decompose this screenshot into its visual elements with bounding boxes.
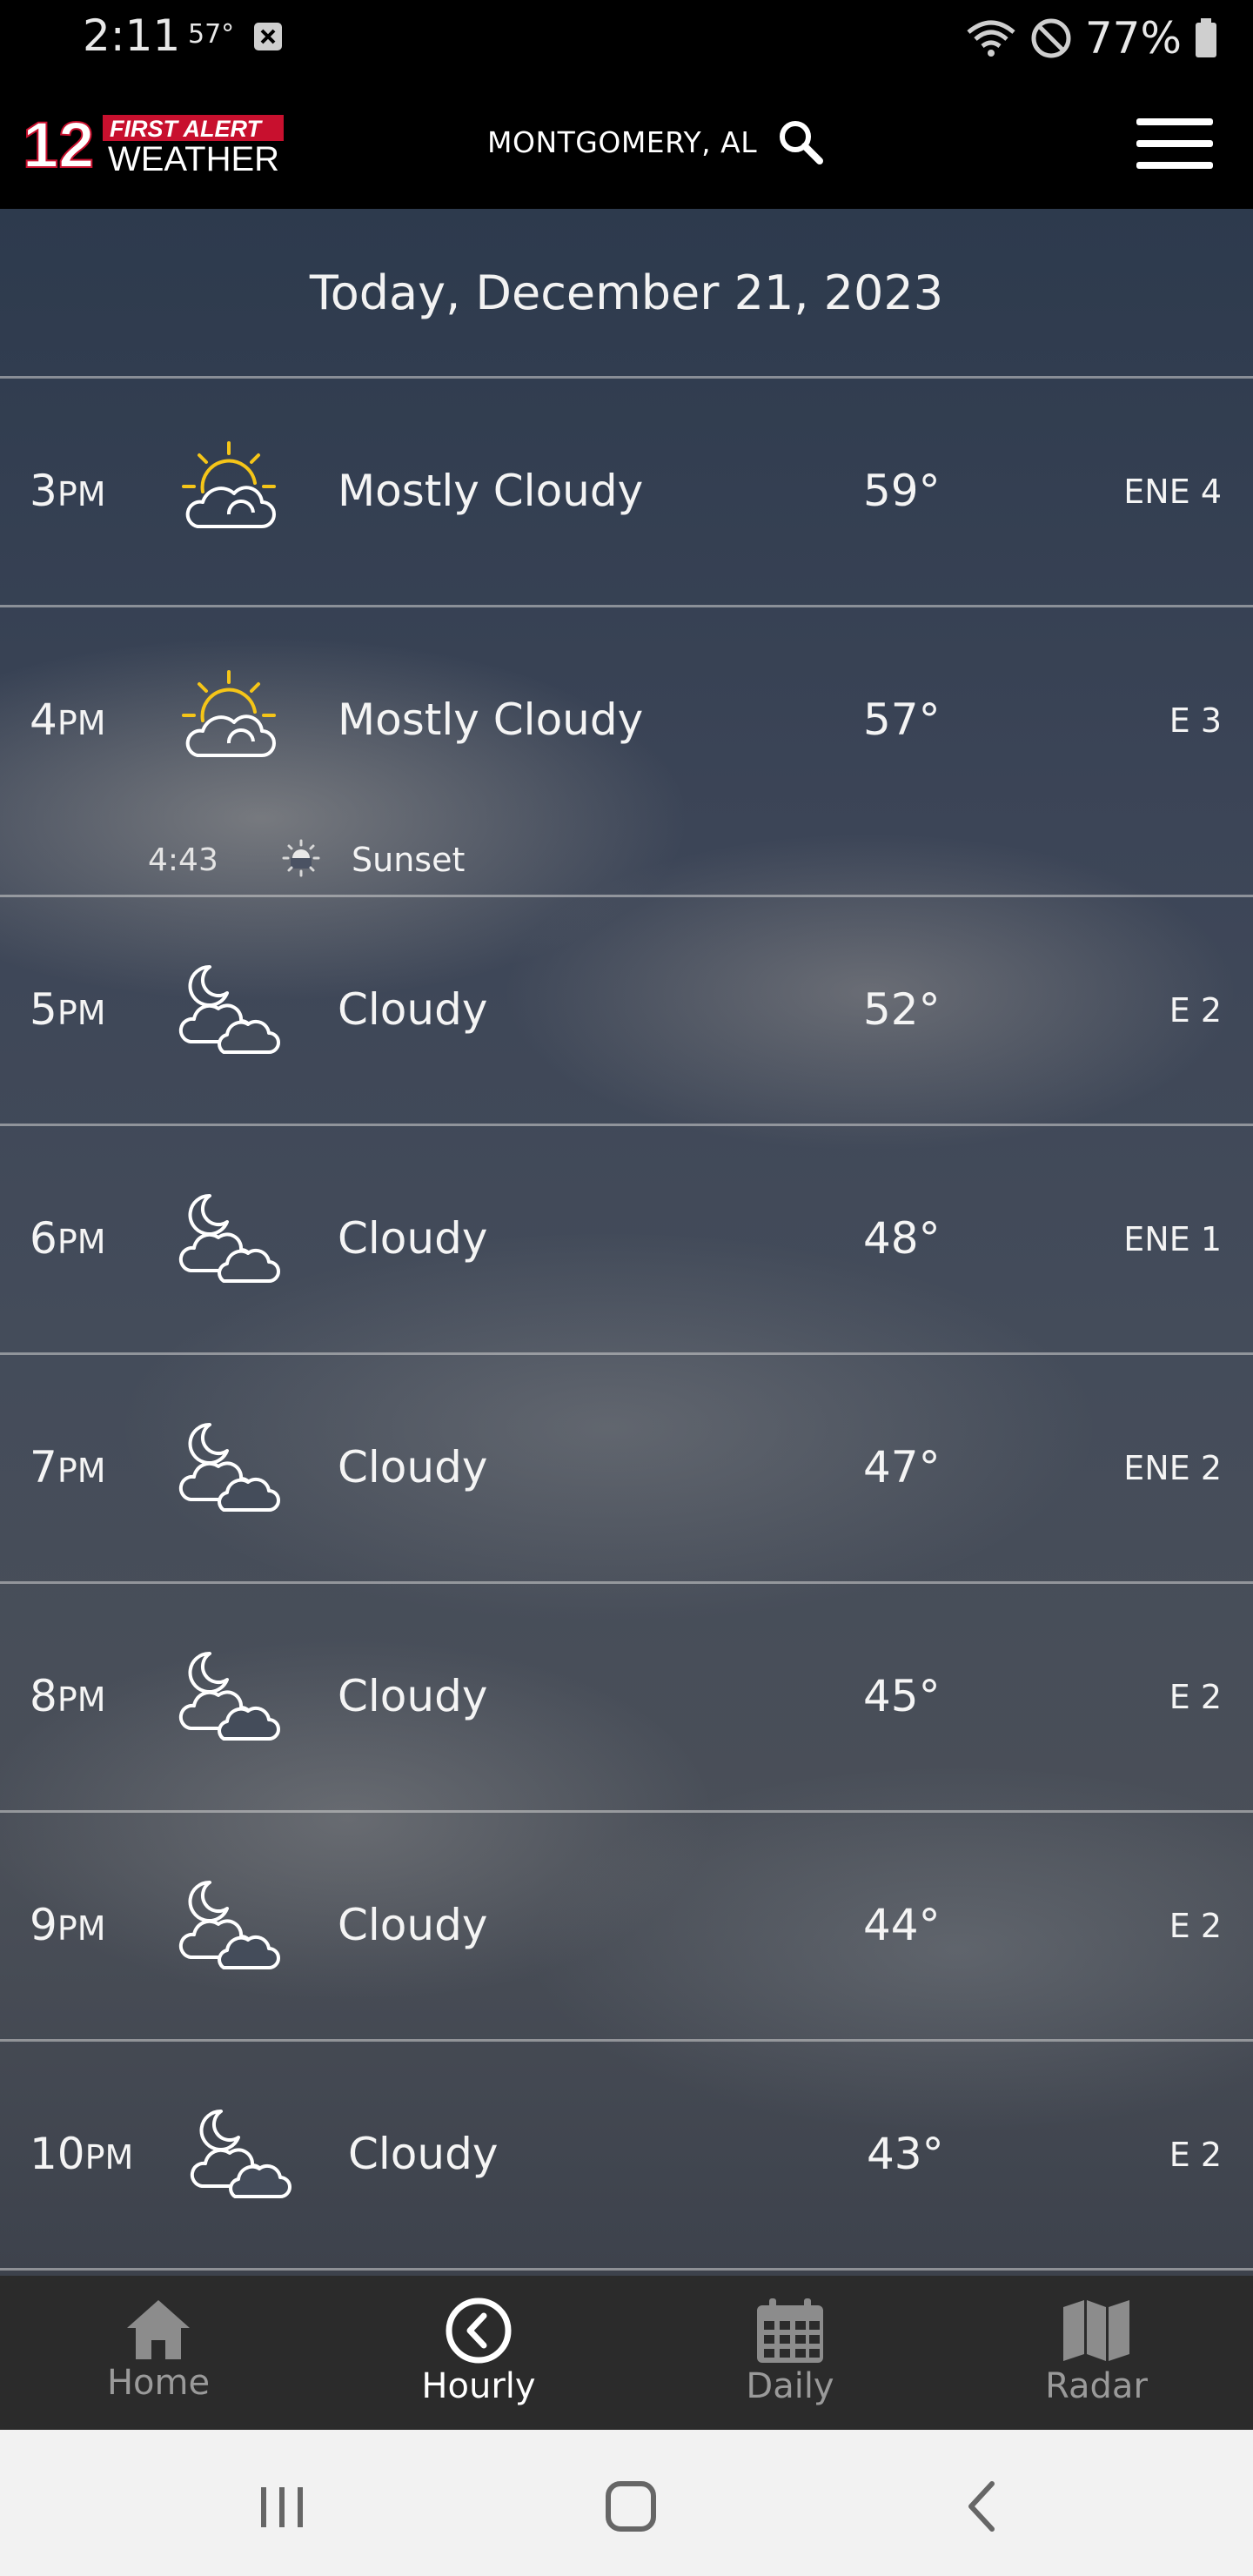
- nav-hourly-label: Hourly: [421, 2366, 536, 2406]
- hour-row[interactable]: 5PM Cloudy 52° E 2: [0, 897, 1253, 1126]
- cloudy-night-icon: [178, 1870, 281, 1973]
- nav-hourly[interactable]: Hourly: [374, 2297, 583, 2418]
- wind: E 2: [1169, 1678, 1222, 1716]
- condition-text: Cloudy: [338, 1442, 488, 1493]
- app-root: 2:11 57° 77% 12 FIRST ALERT WEATHER MONT…: [0, 0, 1253, 2576]
- hour-row[interactable]: 3PM Mostly Cloudy 59° ENE 4: [0, 379, 1253, 607]
- cloudy-night-icon: [178, 1412, 281, 1515]
- station-logo[interactable]: 12 FIRST ALERT WEATHER: [23, 113, 284, 174]
- temperature: 57°: [863, 694, 941, 745]
- wind: E 2: [1169, 2136, 1222, 2174]
- nav-radar-label: Radar: [1045, 2366, 1148, 2406]
- sunset-icon: [282, 839, 320, 877]
- hour-row[interactable]: 10PM Cloudy 43° E 2: [0, 2042, 1253, 2271]
- hour-time: 7PM: [30, 1442, 106, 1493]
- wind: ENE 1: [1123, 1220, 1222, 1258]
- hamburger-menu-icon[interactable]: [1135, 113, 1215, 174]
- temperature: 43°: [867, 2129, 944, 2179]
- condition-text: Cloudy: [338, 1213, 488, 1264]
- temperature: 45°: [863, 1671, 941, 1721]
- hour-row[interactable]: 6PM Cloudy 48° ENE 1: [0, 1126, 1253, 1355]
- temperature: 47°: [863, 1442, 941, 1493]
- hour-time: 10PM: [30, 2129, 134, 2179]
- status-temp: 57°: [188, 19, 235, 50]
- temperature: 44°: [863, 1900, 941, 1950]
- bottom-nav: Home Hourly Daily Radar: [0, 2276, 1253, 2430]
- nav-home[interactable]: Home: [54, 2297, 263, 2418]
- hour-time: 6PM: [30, 1213, 106, 1264]
- cloudy-night-icon: [178, 955, 281, 1057]
- battery-percent: 77%: [1084, 13, 1182, 64]
- wind: ENE 4: [1123, 473, 1222, 511]
- status-right: 77%: [965, 12, 1218, 64]
- wind: E 3: [1169, 701, 1222, 740]
- wind: ENE 2: [1123, 1449, 1222, 1487]
- calendar-icon: [757, 2298, 823, 2363]
- hour-time: 5PM: [30, 984, 106, 1035]
- status-bar: 2:11 57° 77%: [0, 0, 1253, 78]
- logo-weather: WEATHER: [108, 140, 279, 174]
- location-selector[interactable]: MONTGOMERY, AL: [487, 117, 825, 166]
- wind: E 2: [1169, 991, 1222, 1030]
- nav-radar[interactable]: Radar: [992, 2297, 1201, 2418]
- hourly-list[interactable]: 3PM Mostly Cloudy 59° ENE 4 4PM Mostly C…: [0, 379, 1253, 2271]
- hour-time: 4PM: [30, 694, 106, 745]
- notification-icon: [254, 23, 282, 50]
- date-heading: Today, December 21, 2023: [0, 209, 1253, 379]
- map-icon: [1063, 2300, 1129, 2361]
- hour-row[interactable]: 8PM Cloudy 45° E 2: [0, 1584, 1253, 1813]
- search-icon[interactable]: [776, 117, 825, 166]
- sunset-time: 4:43: [148, 842, 218, 878]
- condition-text: Cloudy: [338, 1900, 488, 1950]
- home-button-icon[interactable]: [587, 2472, 674, 2541]
- battery-icon: [1196, 18, 1216, 57]
- temperature: 48°: [863, 1213, 941, 1264]
- condition-text: Mostly Cloudy: [338, 694, 644, 745]
- cloudy-night-icon: [190, 2099, 292, 2202]
- logo-number: 12: [23, 113, 94, 174]
- hour-row[interactable]: 7PM Cloudy 47° ENE 2: [0, 1355, 1253, 1584]
- logo-first-alert: FIRST ALERT: [110, 116, 264, 142]
- nav-daily-label: Daily: [746, 2366, 834, 2406]
- app-header: 12 FIRST ALERT WEATHER MONTGOMERY, AL: [0, 78, 1253, 209]
- do-not-disturb-icon: [1031, 18, 1071, 58]
- hourly-content[interactable]: Today, December 21, 2023 3PM Mostly Clou…: [0, 209, 1253, 2276]
- wind: E 2: [1169, 1907, 1222, 1945]
- hour-time: 3PM: [30, 466, 106, 516]
- back-icon[interactable]: [938, 2472, 1025, 2541]
- recent-apps-icon[interactable]: [238, 2472, 325, 2541]
- location-label: MONTGOMERY, AL: [487, 124, 758, 159]
- home-icon: [127, 2300, 190, 2359]
- partly-cloudy-day-icon: [178, 436, 281, 539]
- android-nav-bar: [0, 2430, 1253, 2576]
- temperature: 59°: [863, 466, 941, 516]
- temperature: 52°: [863, 984, 941, 1035]
- wifi-icon: [967, 20, 1015, 57]
- condition-text: Cloudy: [338, 1671, 488, 1721]
- sunset-label: Sunset: [352, 841, 466, 879]
- condition-text: Mostly Cloudy: [338, 466, 644, 516]
- condition-text: Cloudy: [338, 984, 488, 1035]
- hour-time: 9PM: [30, 1900, 106, 1950]
- hour-row[interactable]: 9PM Cloudy 44° E 2: [0, 1813, 1253, 2042]
- nav-home-label: Home: [106, 2363, 211, 2403]
- cloudy-night-icon: [178, 1641, 281, 1744]
- hour-time: 8PM: [30, 1671, 106, 1721]
- partly-cloudy-day-icon: [178, 665, 281, 768]
- cloudy-night-icon: [178, 1184, 281, 1286]
- hour-row[interactable]: 4PM Mostly Cloudy 57° E 3 4:43 Sunset: [0, 607, 1253, 897]
- clock-back-icon: [446, 2298, 512, 2364]
- condition-text: Cloudy: [348, 2129, 499, 2179]
- status-time: 2:11: [83, 10, 181, 61]
- nav-daily[interactable]: Daily: [686, 2297, 895, 2418]
